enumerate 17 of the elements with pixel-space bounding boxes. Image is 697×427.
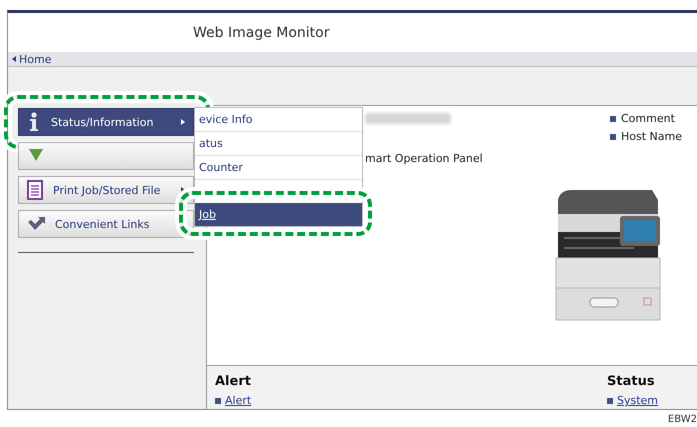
submenu-item[interactable]: Job [195, 203, 362, 226]
submenu-item[interactable]: atus [195, 132, 362, 155]
section-heading: Alert [215, 374, 252, 389]
page-title: Web Image Monitor [193, 24, 330, 40]
section-heading: Status [607, 374, 656, 389]
section-link[interactable]: System [617, 394, 658, 407]
home-link[interactable]: Home [12, 52, 52, 66]
menu-item[interactable]: Convenient Links [18, 210, 194, 238]
submenu-item[interactable]: evice Info [195, 108, 362, 131]
menu-item[interactable]: Print Job/Stored File [18, 176, 194, 204]
submenu-item[interactable]: Counter [195, 156, 362, 179]
figure-code: EBW2 [668, 414, 697, 425]
section-link[interactable]: Alert [225, 394, 252, 407]
info-link[interactable]: Comment [621, 112, 675, 125]
info-link[interactable]: Host Name [621, 130, 682, 143]
model-name: mart Operation Panel [365, 152, 484, 165]
menu-item[interactable]: Status/Information [18, 108, 194, 136]
